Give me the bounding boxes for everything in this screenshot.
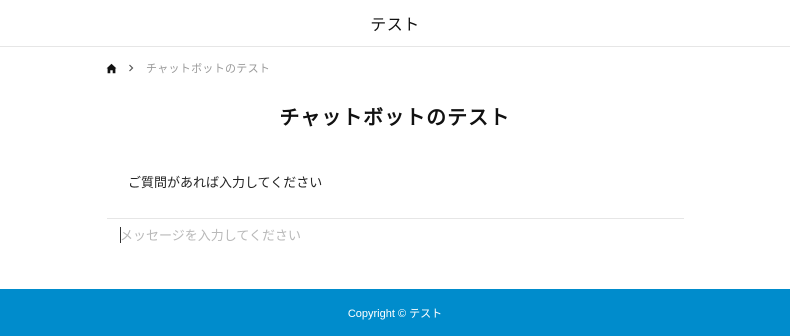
- message-input[interactable]: [116, 224, 684, 248]
- site-title-link[interactable]: テスト: [370, 11, 420, 35]
- breadcrumb-current: チャットボットのテスト: [146, 62, 271, 75]
- page-title: チャットボットのテスト: [279, 105, 511, 129]
- text-caret: [120, 227, 121, 243]
- breadcrumb: チャットボットのテスト: [106, 60, 270, 76]
- home-icon[interactable]: [106, 63, 117, 74]
- copyright-text: Copyright © テスト: [347, 307, 443, 320]
- site-header: テスト: [0, 0, 790, 47]
- chevron-right-icon: [126, 63, 136, 73]
- chat-divider: [107, 218, 684, 219]
- site-footer: Copyright © テスト: [0, 289, 790, 336]
- prompt-text: ご質問があれば入力してください: [128, 176, 323, 191]
